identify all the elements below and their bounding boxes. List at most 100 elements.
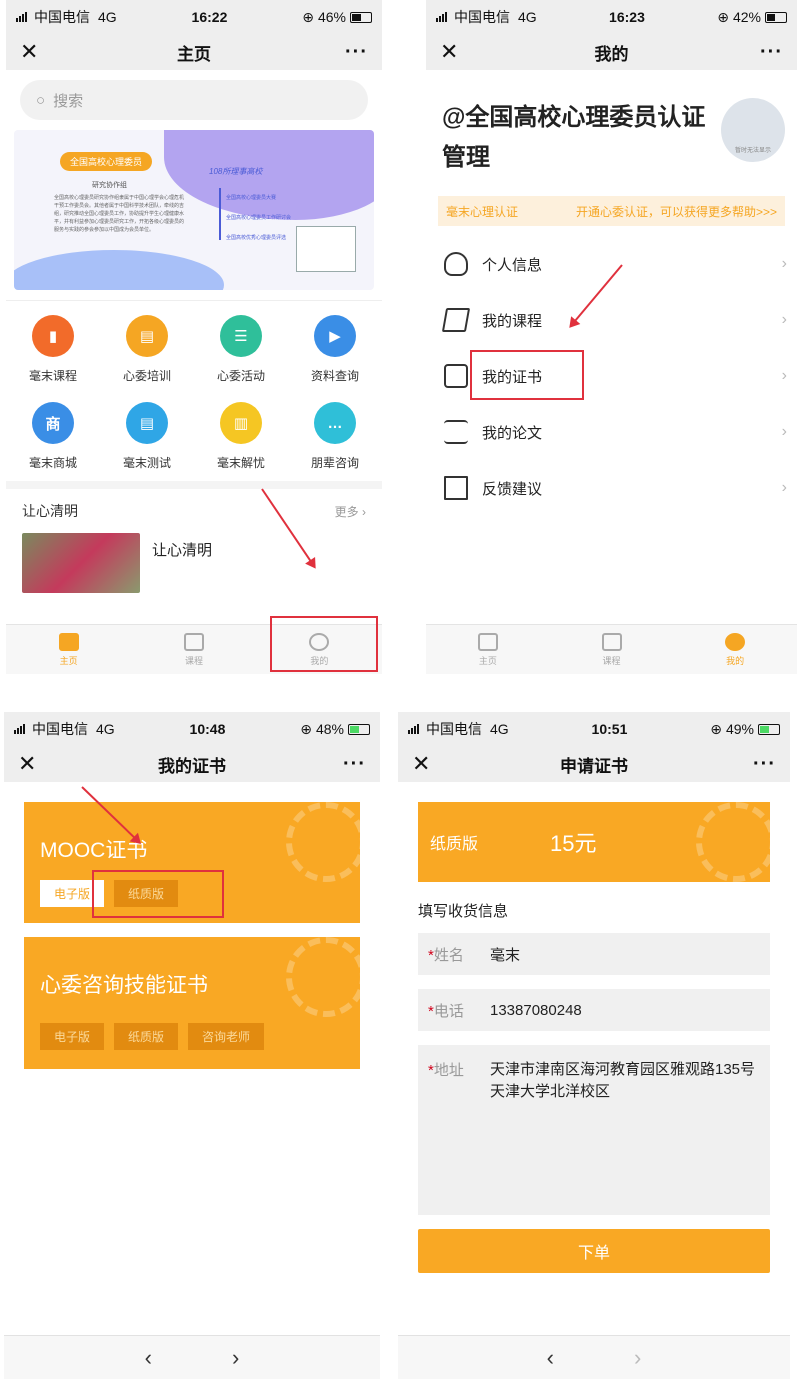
status-bar: 中国电信 4G 16:23 ⊕ 42%: [426, 0, 797, 34]
page-title: 主页: [177, 44, 211, 64]
shield-icon: [444, 252, 468, 276]
seal-watermark-icon: [286, 937, 360, 1017]
signal-icon: [436, 12, 450, 22]
tab-mine[interactable]: 我的: [673, 625, 797, 674]
nav-bar: ✕ 主页 ···: [6, 34, 382, 70]
edit-icon: [444, 476, 468, 500]
menu-item-courses[interactable]: 我的课程 ›: [436, 292, 787, 348]
tab-home[interactable]: 主页: [426, 625, 550, 674]
home-screen: 中国电信 4G 16:22 ⊕ 46% ✕ 主页 ··· ○ 搜索 全国高校心理…: [6, 0, 382, 674]
highlight-box: [470, 350, 584, 400]
menu-item-profile[interactable]: 个人信息 ›: [436, 236, 787, 292]
address-field[interactable]: *地址 天津市津南区海河教育园区雅观路135号天津大学北洋校区: [418, 1045, 770, 1215]
battery-icon: [347, 723, 370, 735]
feature-item[interactable]: ▤ 毫末测试: [100, 402, 194, 471]
section-title: 让心清明: [22, 503, 78, 519]
cert-promo-banner[interactable]: 毫末心理认证 开通心委认证，可以获得更多帮助>>>: [438, 196, 785, 226]
more-icon[interactable]: ···: [336, 753, 366, 776]
search-placeholder: 搜索: [53, 92, 84, 110]
battery-icon: [757, 723, 780, 735]
user-icon: [725, 632, 746, 651]
avatar[interactable]: 暂时无法显示: [721, 98, 785, 162]
status-bar: 中国电信 4G 10:51 ⊕ 49%: [398, 712, 790, 746]
tab-courses[interactable]: 课程: [550, 625, 674, 674]
banner-right-title: 108所理事高校: [209, 167, 263, 176]
apply-certificate-screen: 中国电信 4G 10:51 ⊕ 49% ✕ 申请证书 ··· 纸质版 15元 填…: [398, 712, 790, 1379]
nav-bar: ✕ 我的 ···: [426, 34, 797, 70]
nav-bar: ✕ 我的证书 ···: [4, 746, 380, 782]
feature-icon: 商: [32, 402, 74, 444]
top-bar: 中国电信 4G 10:48 ⊕ 48% ✕ 我的证书 ···: [4, 712, 380, 782]
book-icon: [601, 632, 622, 651]
paper-version-button[interactable]: 纸质版: [114, 1023, 179, 1050]
feature-item[interactable]: … 朋辈咨询: [288, 402, 382, 471]
org-name: @全国高校心理委员认证管理: [442, 104, 706, 171]
battery-percent: 42%: [732, 9, 761, 25]
forward-button[interactable]: ›: [232, 1345, 239, 1371]
close-icon[interactable]: ✕: [20, 39, 50, 65]
phone-field[interactable]: *电话 13387080248: [418, 989, 770, 1031]
price: 15元: [550, 831, 597, 856]
feature-label: 朋辈咨询: [310, 456, 359, 470]
battery-icon: [349, 11, 372, 23]
feature-icon: ☰: [220, 315, 262, 357]
search-icon: ○: [36, 91, 46, 109]
top-bar: 中国电信 4G 10:51 ⊕ 49% ✕ 申请证书 ···: [398, 712, 790, 782]
nav-bar: ✕ 申请证书 ···: [398, 746, 790, 782]
consult-teacher-button[interactable]: 咨询老师: [188, 1023, 265, 1050]
clock: 10:51: [591, 721, 628, 737]
forward-button[interactable]: ›: [634, 1345, 641, 1371]
feature-icon: ▤: [126, 402, 168, 444]
feature-item[interactable]: ▶ 资料查询: [288, 315, 382, 384]
more-icon[interactable]: ···: [746, 753, 776, 776]
feature-item[interactable]: 商毫末商城: [6, 402, 100, 471]
article-thumbnail: [22, 533, 140, 593]
tab-home[interactable]: 主页: [6, 625, 131, 674]
lock-icon: ⊕: [302, 8, 314, 25]
feature-item[interactable]: ▮ 毫末课程: [6, 315, 100, 384]
feature-item[interactable]: ▥ 毫末解忧: [194, 402, 288, 471]
certificate-card: 心委咨询技能证书 电子版 纸质版 咨询老师: [24, 937, 360, 1069]
feature-grid: ▮ 毫末课程 ▤ 心委培训 ☰ 心委活动 ▶ 资料查询商毫末商城 ▤ 毫末测试 ▥ 毫末解忧 … 朋辈咨询: [6, 300, 382, 481]
browser-toolbar: ‹ ›: [398, 1335, 790, 1379]
close-icon[interactable]: ✕: [412, 751, 442, 777]
place-order-button[interactable]: 下单: [418, 1229, 770, 1273]
search-input[interactable]: ○ 搜索: [20, 80, 368, 120]
more-icon[interactable]: ···: [753, 41, 783, 64]
article-item[interactable]: 让心清明: [6, 533, 382, 593]
chevron-right-icon: ›: [781, 311, 787, 328]
signal-icon: [14, 724, 28, 734]
carrier: 中国电信: [426, 721, 482, 737]
name-field[interactable]: *姓名 毫末: [418, 933, 770, 975]
feature-item[interactable]: ☰ 心委活动: [194, 315, 288, 384]
electronic-version-button[interactable]: 电子版: [40, 1023, 105, 1050]
feature-label: 毫末课程: [28, 369, 77, 383]
page-title: 申请证书: [560, 756, 628, 776]
menu-item-papers[interactable]: 我的论文 ›: [436, 404, 787, 460]
feature-label: 毫末解忧: [216, 456, 265, 470]
profile-header: @全国高校心理委员认证管理 暂时无法显示: [426, 70, 797, 178]
clock: 10:48: [189, 721, 226, 737]
battery-percent: 49%: [725, 721, 754, 737]
feature-label: 毫末测试: [122, 456, 171, 470]
tab-courses[interactable]: 课程: [131, 625, 256, 674]
top-bar: 中国电信 4G 16:22 ⊕ 46% ✕ 主页 ···: [6, 0, 382, 70]
more-icon[interactable]: ···: [338, 41, 368, 64]
back-button[interactable]: ‹: [547, 1345, 554, 1371]
phone-value: 13387080248: [490, 1001, 582, 1019]
back-button[interactable]: ‹: [145, 1345, 152, 1371]
article-title: 让心清明: [152, 542, 213, 559]
seal-watermark-icon: [286, 802, 360, 882]
paper-version-label: 纸质版: [430, 836, 479, 853]
top-bar: 中国电信 4G 16:23 ⊕ 42% ✕ 我的 ···: [426, 0, 797, 70]
menu-item-feedback[interactable]: 反馈建议 ›: [436, 460, 787, 516]
section-more-link[interactable]: 更多 ›: [335, 503, 366, 520]
feature-item[interactable]: ▤ 心委培训: [100, 315, 194, 384]
close-icon[interactable]: ✕: [18, 751, 48, 777]
promo-banner[interactable]: 全国高校心理委员 研究协作组 全国高校心理委员研究协作组隶属于中国心理学会心理危…: [14, 130, 374, 290]
lock-icon: ⊕: [710, 720, 722, 737]
cert-label: 毫末心理认证: [446, 204, 519, 219]
clock: 16:23: [609, 9, 645, 25]
highlight-box: [270, 616, 378, 672]
close-icon[interactable]: ✕: [440, 39, 470, 65]
